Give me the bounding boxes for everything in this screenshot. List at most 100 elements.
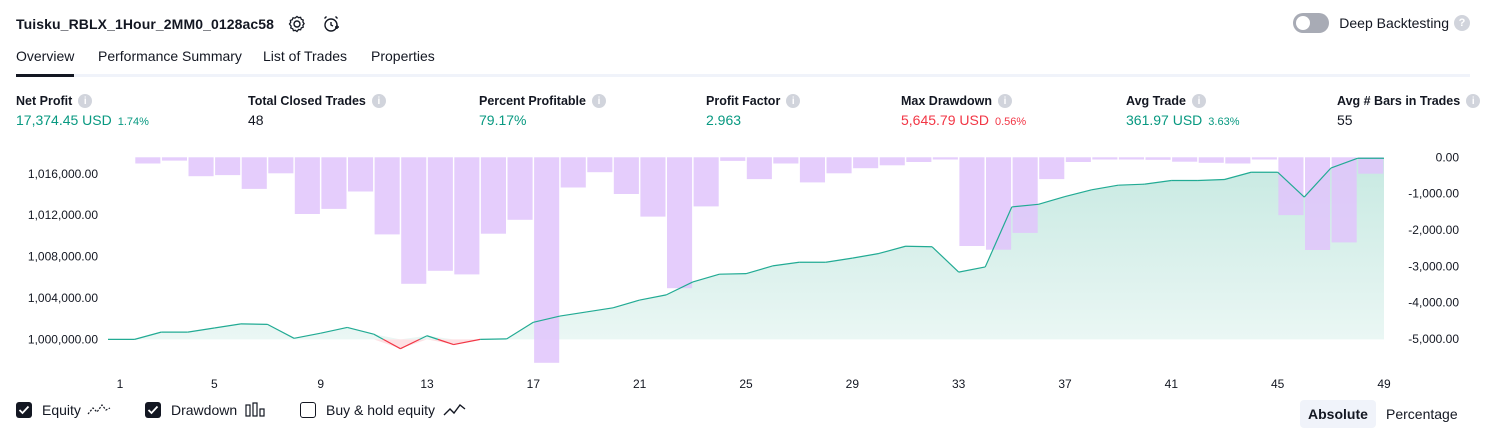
tab-performance-summary[interactable]: Performance Summary [98,48,242,74]
metric-label: Percent Profitable [479,94,586,108]
deep-backtesting-label: Deep Backtesting [1339,15,1449,31]
metric-label: Max Drawdown [901,94,992,108]
x-axis-tick: 49 [1377,377,1391,391]
drawdown-bar [746,157,772,180]
drawdown-bar [1039,157,1065,180]
metric-percent: 1.74% [117,116,149,128]
drawdown-bar [534,157,560,363]
drawdown-bar [1305,157,1331,250]
drawdown-bar [348,157,374,192]
left-axis-tick: 1,004,000.00 [28,291,98,305]
metric-value: 5,645.79 USD [901,112,989,128]
right-axis-tick: -3,000.00 [1408,259,1459,273]
left-axis-tick: 1,012,000.00 [28,208,98,222]
buy-hold-checkbox[interactable] [300,402,316,418]
equity-line-segment [905,245,933,248]
info-icon[interactable]: i [1191,94,1206,108]
drawdown-bar [507,157,533,220]
metric-net-profit: Net Profit i 17,374.45 USD 1.74% [16,93,149,128]
equity-checkbox[interactable] [16,402,32,418]
deep-backtesting: Deep Backtesting ? [1293,13,1470,33]
drawdown-label: Drawdown [171,402,238,418]
equity-line-segment [480,338,507,340]
drawdown-bar [613,157,639,194]
drawdown-bar [1358,157,1384,174]
metric-label: Avg Trade [1126,94,1186,108]
drawdown-bar [215,157,241,176]
x-axis-tick: 29 [846,377,860,391]
settings-icon[interactable] [286,13,308,35]
metric-value: 48 [248,112,264,128]
info-icon[interactable]: i [1466,94,1481,108]
drawdown-bar [1331,157,1357,243]
drawdown-bar [1278,157,1304,216]
drawdown-bar [959,157,985,246]
tab-bar: Overview Performance Summary List of Tra… [16,44,1470,77]
info-icon[interactable]: i [591,94,606,108]
drawdown-bar [1172,157,1198,162]
x-axis-tick: 45 [1271,377,1285,391]
drawdown-bar [241,157,267,189]
drawdown-checkbox[interactable] [145,402,161,418]
drawdown-bar [1225,157,1251,164]
x-axis-tick: 17 [527,377,541,391]
metric-value: 2.963 [706,112,742,128]
drawdown-bar [427,157,453,271]
drawdown-bar [454,157,480,275]
info-icon[interactable]: i [786,94,801,108]
legend-drawdown[interactable]: Drawdown [145,402,267,418]
metric-max-drawdown: Max Drawdown i 5,645.79 USD 0.56% [901,93,1026,128]
legend-equity[interactable]: Equity [16,402,111,418]
right-axis-tick: -4,000.00 [1408,296,1459,310]
toggle-knob [1296,16,1311,30]
drawdown-bar [401,157,427,284]
metric-value: 361.97 USD [1126,112,1203,128]
info-icon[interactable]: i [998,94,1012,108]
drawdown-bar [853,157,879,169]
metric-value: 17,374.45 USD [16,112,112,128]
drawdown-bar [321,157,347,209]
tab-overview[interactable]: Overview [16,48,75,77]
drawdown-bar [188,157,214,177]
equity-line-segment [719,273,747,275]
drawdown-bar [693,157,719,207]
drawdown-bar [480,157,506,234]
equity-drawdown-chart[interactable]: 1,016,000.00 1,012,000.00 1,008,000.00 1,00… [0,138,1486,394]
add-alert-icon[interactable] [320,13,342,35]
tab-properties[interactable]: Properties [371,48,435,74]
metric-total-closed-trades: Total Closed Trades i 48 [248,93,386,128]
tab-list-of-trades[interactable]: List of Trades [263,48,347,74]
drawdown-bar [560,157,586,188]
equity-line-segment [240,323,268,325]
info-icon[interactable]: i [78,94,93,108]
metric-profit-factor: Profit Factor i 2.963 [706,93,801,128]
drawdown-bar [268,157,294,174]
metric-percent: 0.56% [994,116,1027,128]
equity-negative-fill [108,339,1384,349]
x-axis-tick: 5 [211,377,218,391]
drawdown-bar [294,157,320,214]
drawdown-bar [161,157,187,161]
deep-backtesting-toggle[interactable] [1293,13,1330,33]
drawdown-bar [374,157,400,235]
help-icon[interactable]: ? [1454,15,1470,31]
absolute-button[interactable]: Absolute [1300,400,1376,428]
right-axis-tick: -1,000.00 [1408,187,1459,201]
left-axis-tick: 1,000,000.00 [28,332,98,346]
left-axis-tick: 1,016,000.00 [28,167,98,181]
info-icon[interactable]: i [371,94,386,108]
right-axis-tick: 0.00 [1436,150,1460,164]
x-axis-tick: 33 [952,377,966,391]
drawdown-bar [932,157,958,160]
metric-avg-trade: Avg Trade i 361.97 USD 3.63% [1126,93,1239,128]
drawdown-bar [1198,157,1224,163]
x-axis-tick: 37 [1058,377,1072,391]
drawdown-bar [720,157,746,161]
drawdown-bar [1065,157,1091,162]
legend-buy-hold-equity[interactable]: Buy & hold equity [300,402,467,418]
drawdown-bar [826,157,852,174]
metric-label: Net Profit [16,94,73,108]
percentage-button[interactable]: Percentage [1378,400,1466,428]
metric-label: Total Closed Trades [248,94,366,108]
drawdown-bar [1092,157,1118,160]
